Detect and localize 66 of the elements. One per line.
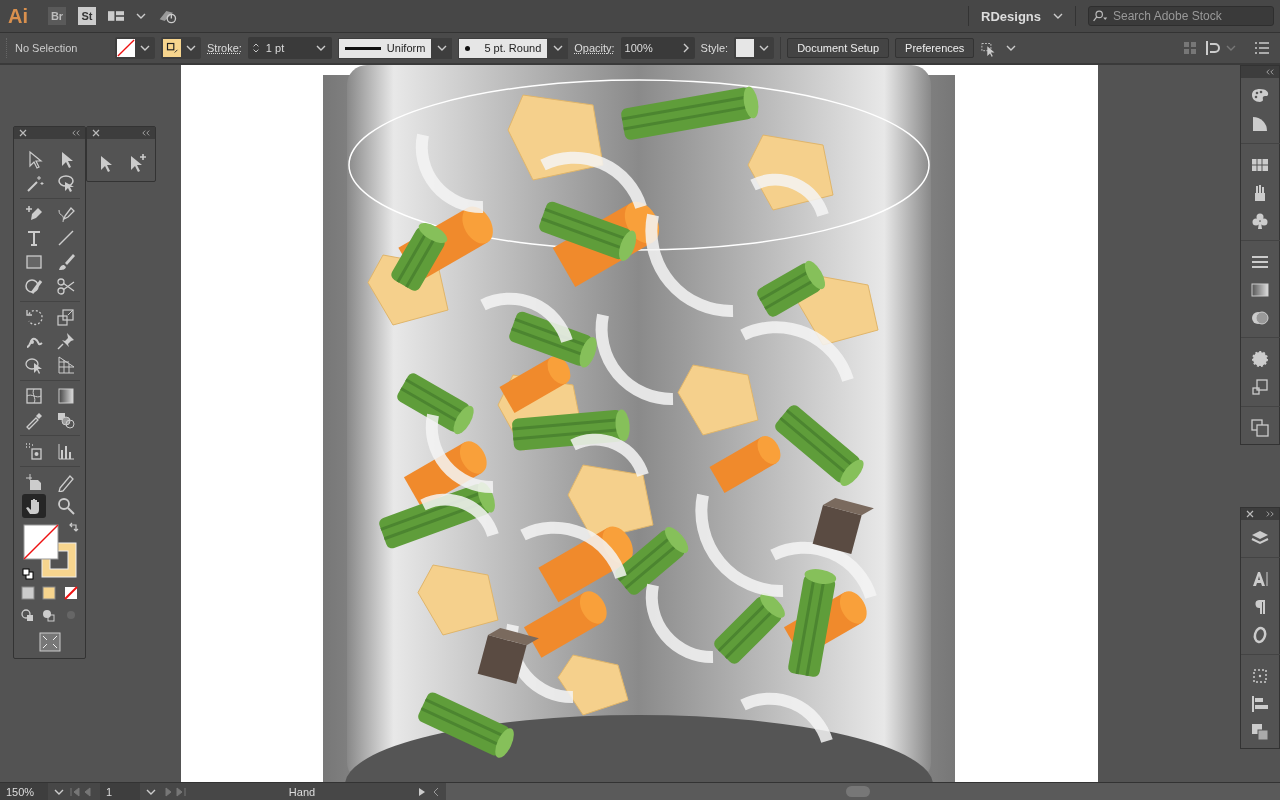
brush-dropdown[interactable]: 5 pt. Round bbox=[458, 37, 569, 59]
caret-icon[interactable] bbox=[1006, 45, 1017, 51]
artboard-field[interactable]: 1 bbox=[100, 783, 140, 800]
caret-icon[interactable] bbox=[437, 45, 448, 51]
screen-mode-icon[interactable] bbox=[38, 632, 61, 652]
stroke-label[interactable]: Stroke: bbox=[207, 42, 242, 54]
search-icon bbox=[1092, 8, 1108, 24]
align-icon[interactable] bbox=[1250, 694, 1270, 714]
hand-icon[interactable] bbox=[21, 494, 46, 518]
opacity-field[interactable]: 100% bbox=[620, 37, 695, 59]
play-icon[interactable] bbox=[418, 786, 426, 797]
toolbar-button[interactable]: Document Setup bbox=[787, 38, 890, 58]
dashed-circle-icon[interactable] bbox=[1250, 349, 1270, 369]
close-icon[interactable] bbox=[19, 129, 27, 137]
collapse-icon[interactable] bbox=[72, 129, 80, 137]
caret-icon[interactable] bbox=[553, 45, 564, 51]
expand-icon[interactable] bbox=[1266, 510, 1274, 518]
align-icon[interactable] bbox=[1204, 40, 1220, 56]
club-icon[interactable] bbox=[1250, 211, 1270, 231]
collapse-icon[interactable] bbox=[142, 129, 150, 137]
caret-icon[interactable] bbox=[759, 45, 770, 51]
transform-icon[interactable] bbox=[1250, 666, 1270, 686]
style-label: Style: bbox=[700, 42, 729, 54]
app-logo: Ai bbox=[8, 4, 29, 28]
gradient-mode-icon[interactable] bbox=[41, 585, 58, 601]
draw-behind-icon[interactable] bbox=[41, 607, 58, 623]
caret-icon[interactable] bbox=[1053, 13, 1063, 19]
stroke-weight-field[interactable]: 1 pt bbox=[247, 37, 332, 59]
none-icon[interactable] bbox=[62, 585, 79, 601]
pathfinder-icon[interactable] bbox=[1250, 722, 1270, 742]
stroke-swatch[interactable] bbox=[163, 39, 181, 57]
chevron-icon[interactable] bbox=[682, 43, 689, 53]
overlapping-circles-icon[interactable] bbox=[1250, 308, 1270, 328]
caret-icon[interactable] bbox=[136, 13, 146, 19]
search-field[interactable]: Search Adobe Stock bbox=[1088, 6, 1274, 26]
bridge-button[interactable]: Br bbox=[48, 7, 66, 25]
chevron-icon[interactable] bbox=[432, 786, 440, 797]
stroke-profile-dropdown[interactable]: Uniform bbox=[337, 37, 453, 59]
style-swatch[interactable] bbox=[736, 39, 755, 57]
menu-icon[interactable] bbox=[1254, 40, 1270, 56]
workspace-switcher[interactable]: RDesigns bbox=[981, 8, 1041, 24]
caret-icon[interactable] bbox=[140, 45, 150, 51]
layout-icon[interactable] bbox=[108, 8, 124, 24]
overlapping-squares-icon[interactable] bbox=[1250, 418, 1270, 438]
close-icon[interactable] bbox=[1246, 510, 1254, 518]
toolbar-button[interactable]: Preferences bbox=[895, 38, 975, 58]
caret-icon[interactable] bbox=[54, 788, 64, 795]
opacity-label[interactable]: Opacity: bbox=[574, 42, 615, 54]
caret-icon[interactable] bbox=[146, 788, 156, 795]
gradient-swatch-icon[interactable] bbox=[1250, 280, 1270, 300]
fill-stroke-swatches[interactable] bbox=[22, 524, 79, 580]
default-colors-icon[interactable] bbox=[21, 568, 34, 580]
caret-icon[interactable] bbox=[186, 45, 196, 51]
zoom-field[interactable]: 150% bbox=[0, 783, 48, 800]
fill-swatch[interactable] bbox=[117, 39, 135, 57]
collapse-icon[interactable] bbox=[1266, 68, 1274, 76]
color-icon[interactable] bbox=[20, 585, 37, 601]
caret-icon[interactable] bbox=[315, 45, 326, 51]
current-tool-label: Hand bbox=[287, 785, 317, 798]
selection-status: No Selection bbox=[15, 42, 79, 54]
scroll-bar[interactable] bbox=[446, 783, 1280, 800]
character-icon[interactable] bbox=[1250, 569, 1270, 589]
swap-icon[interactable] bbox=[67, 522, 80, 534]
squares-icon[interactable] bbox=[1250, 377, 1270, 397]
close-icon[interactable] bbox=[92, 129, 100, 137]
stock-button[interactable]: St bbox=[78, 7, 96, 25]
